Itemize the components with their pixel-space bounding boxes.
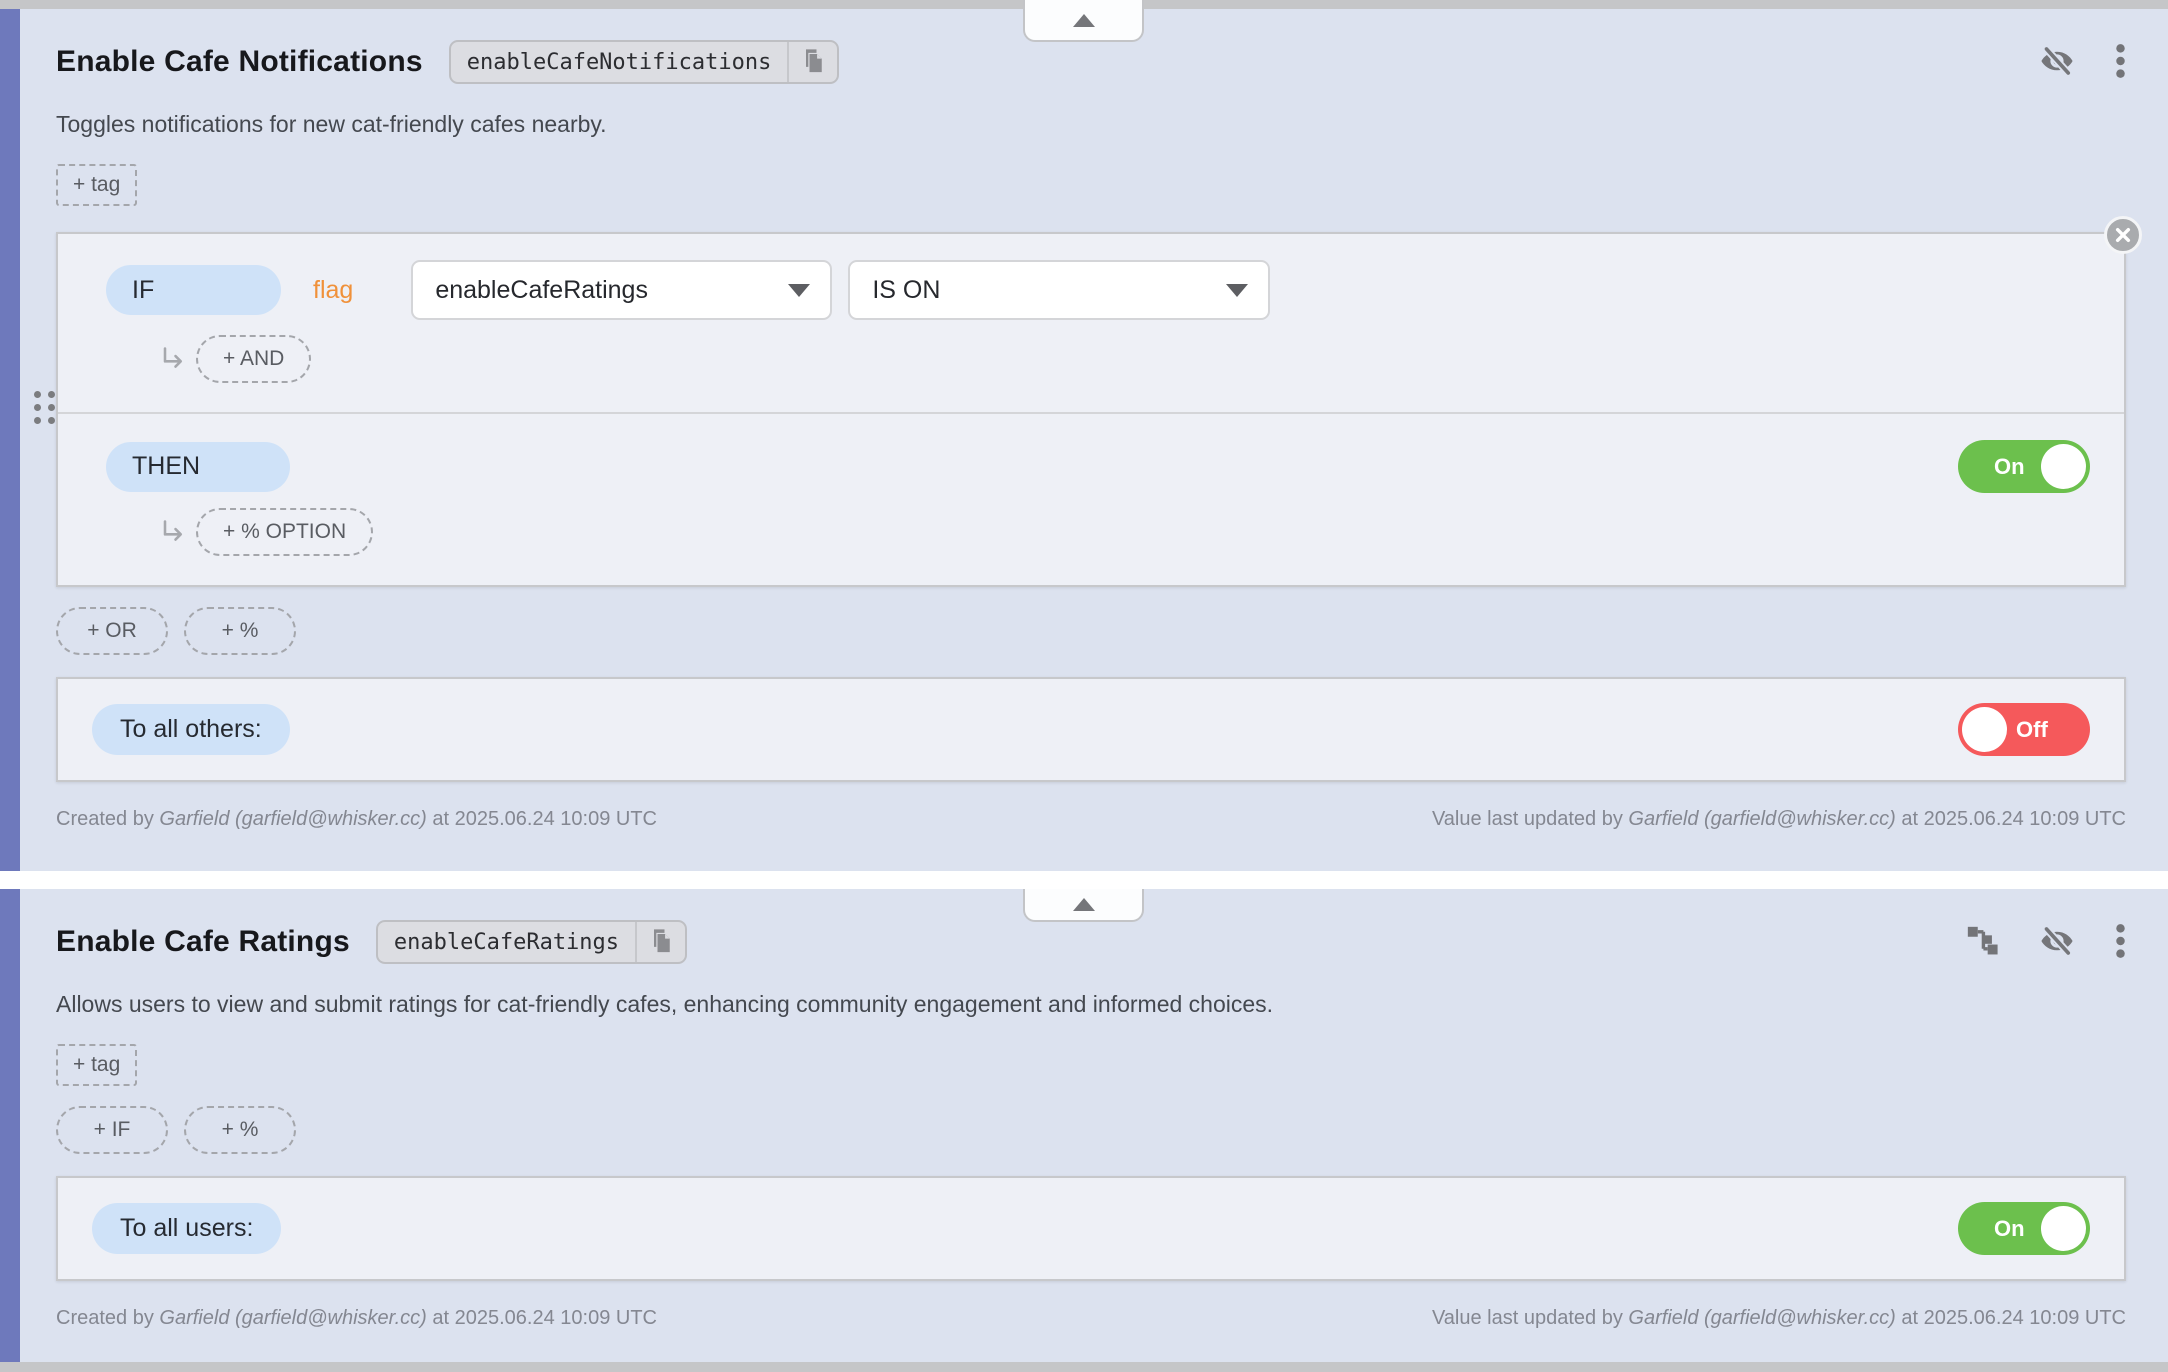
card-accent-bar [0,889,20,1362]
targeting-rule-group: IF flag enableCafeRatings IS ON + AND [56,232,2126,587]
toggle-label: Off [2016,717,2048,743]
toggle-knob [1962,707,2007,752]
then-value-toggle[interactable]: On [1958,440,2090,493]
then-section: THEN On + % OPTION [58,412,2124,585]
last-updated-text: Value last updated by Garfield (garfield… [1432,808,2126,831]
copy-key-button[interactable] [789,42,837,82]
collapse-card-button[interactable] [1023,889,1144,922]
updated-prefix: Value last updated by [1432,1307,1623,1329]
copy-icon [801,47,825,78]
flag-title: Enable Cafe Ratings [56,925,350,959]
comparator-value: IS ON [872,276,940,305]
rule-drag-handle[interactable] [30,387,59,428]
page-bottom-edge [0,1362,2168,1372]
close-x-icon [2115,227,2131,243]
hide-flag-button[interactable] [2039,43,2075,82]
fallback-label-pill: To all users: [92,1203,281,1254]
card-footer: Created by Garfield (garfield@whisker.cc… [56,1307,2126,1330]
add-if-rule-button[interactable]: + IF [56,1106,168,1154]
created-prefix: Created by [56,1307,154,1329]
delete-rule-button[interactable] [2104,216,2142,254]
flag-key-badge: enableCafeNotifications [449,40,840,84]
toggle-label: On [1994,1216,2025,1242]
card-actions [2039,42,2126,83]
created-author: Garfield (garfield@whisker.cc) [159,808,426,830]
flag-card-enable-cafe-ratings: Enable Cafe Ratings enableCafeRatings [0,889,2168,1362]
hide-flag-button[interactable] [2039,923,2075,962]
toggle-knob [2041,444,2086,489]
collapse-arrow-icon [1073,14,1095,27]
fallback-value-toggle[interactable]: Off [1958,703,2090,756]
card-actions [1965,922,2126,963]
created-prefix: Created by [56,808,154,830]
card-header: Enable Cafe Ratings enableCafeRatings [56,917,2126,967]
eye-off-icon [2039,923,2075,962]
flag-key: enableCafeNotifications [451,42,790,82]
flag-description: Allows users to view and submit ratings … [56,991,2126,1018]
card-header: Enable Cafe Notifications enableCafeNoti… [56,37,2126,87]
add-and-condition-button[interactable]: + AND [196,335,311,383]
add-or-rule-button[interactable]: + OR [56,607,168,655]
flag-key-badge: enableCafeRatings [376,920,687,964]
flag-title: Enable Cafe Notifications [56,45,423,79]
add-tag-button[interactable]: + tag [56,1044,137,1086]
eye-off-icon [2039,43,2075,82]
card-gap [0,871,2168,889]
add-rule-buttons: + OR + % [56,607,2126,655]
add-percentage-option-button[interactable]: + % OPTION [196,508,373,556]
updated-author: Garfield (garfield@whisker.cc) [1628,808,1895,830]
kebab-menu-icon [2115,922,2126,963]
created-by-text: Created by Garfield (garfield@whisker.cc… [56,1307,657,1330]
toggle-label: On [1994,454,2025,480]
more-menu-button[interactable] [2115,42,2126,83]
copy-icon [649,927,673,958]
created-author: Garfield (garfield@whisker.cc) [159,1307,426,1329]
comparator-select[interactable]: IS ON [848,260,1270,320]
chevron-down-icon [788,284,810,297]
if-pill: IF [106,265,281,315]
updated-at: at 2025.06.24 10:09 UTC [1901,808,2126,830]
chevron-down-icon [1226,284,1248,297]
then-pill: THEN [106,442,290,492]
last-updated-text: Value last updated by Garfield (garfield… [1432,1307,2126,1330]
updated-author: Garfield (garfield@whisker.cc) [1628,1307,1895,1329]
created-at: at 2025.06.24 10:09 UTC [432,1307,657,1329]
collapse-arrow-icon [1073,898,1095,911]
updated-prefix: Value last updated by [1432,808,1623,830]
condition-type-label: flag [313,276,353,305]
card-footer: Created by Garfield (garfield@whisker.cc… [56,808,2126,831]
add-percentage-rule-button[interactable]: + % [184,607,296,655]
add-percentage-rule-button[interactable]: + % [184,1106,296,1154]
hierarchy-tree-icon [1965,924,1999,961]
branch-arrow-icon [158,345,186,373]
flag-key: enableCafeRatings [378,922,637,962]
created-at: at 2025.06.24 10:09 UTC [432,808,657,830]
default-value-row: To all others: Off [56,677,2126,782]
created-by-text: Created by Garfield (garfield@whisker.cc… [56,808,657,831]
copy-key-button[interactable] [637,922,685,962]
fallback-label-pill: To all others: [92,704,290,755]
kebab-menu-icon [2115,42,2126,83]
prerequisite-flag-value: enableCafeRatings [435,276,648,305]
toggle-knob [2041,1206,2086,1251]
updated-at: at 2025.06.24 10:09 UTC [1901,1307,2126,1329]
collapse-card-button[interactable] [1023,0,1144,42]
default-value-row: To all users: On [56,1176,2126,1281]
fallback-value-toggle[interactable]: On [1958,1202,2090,1255]
prerequisite-flag-select[interactable]: enableCafeRatings [411,260,832,320]
add-tag-button[interactable]: + tag [56,164,137,206]
prerequisite-usage-button[interactable] [1965,924,1999,961]
branch-arrow-icon [158,518,186,546]
add-rule-buttons: + IF + % [56,1106,2126,1154]
if-condition-section: IF flag enableCafeRatings IS ON + AND [58,234,2124,412]
more-menu-button[interactable] [2115,922,2126,963]
flag-description: Toggles notifications for new cat-friend… [56,111,2126,138]
flag-card-enable-cafe-notifications: Enable Cafe Notifications enableCafeNoti… [0,9,2168,871]
card-accent-bar [0,9,20,871]
